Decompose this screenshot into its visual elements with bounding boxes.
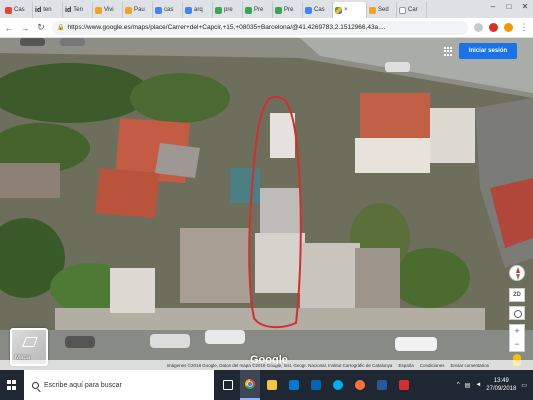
clock[interactable]: 13:49 27/09/2018 bbox=[486, 377, 516, 393]
reload-icon[interactable]: ↻ bbox=[36, 22, 46, 33]
map-attribution: Imágenes ©2018 Google, Datos del mapa ©2… bbox=[0, 360, 533, 370]
map-canvas[interactable]: Iniciar sesión 2D + − Mapa Google Imágen… bbox=[0, 38, 533, 370]
maps-favicon-icon bbox=[335, 6, 342, 14]
start-button[interactable] bbox=[0, 370, 24, 400]
browser-tab[interactable]: Pre bbox=[273, 2, 303, 18]
close-tab-icon[interactable]: × bbox=[344, 7, 348, 13]
maximize-icon[interactable]: □ bbox=[501, 0, 517, 14]
browser-tab[interactable]: Pau bbox=[123, 2, 153, 18]
browser-tab[interactable]: id Ten bbox=[63, 2, 93, 18]
volume-icon[interactable]: ◄ bbox=[475, 382, 481, 388]
browser-tab[interactable]: Sed bbox=[367, 2, 397, 18]
system-tray: ^ ▤ ◄ 13:49 27/09/2018 ▭ bbox=[457, 377, 533, 393]
search-placeholder: Escribe aquí para buscar bbox=[44, 381, 122, 389]
green-favicon-icon bbox=[215, 6, 222, 14]
sign-in-button[interactable]: Iniciar sesión bbox=[459, 43, 517, 59]
window-controls: – □ ✕ bbox=[485, 0, 533, 14]
outlook-icon[interactable] bbox=[306, 370, 326, 400]
clock-date: 27/09/2018 bbox=[486, 386, 517, 392]
profile-avatar-icon[interactable] bbox=[504, 23, 513, 32]
browser-tab[interactable]: pre bbox=[213, 2, 243, 18]
imagery-credit: Imágenes ©2018 Google, Datos del mapa ©2… bbox=[166, 362, 393, 368]
task-view-icon[interactable] bbox=[218, 370, 238, 400]
apps-grid-icon[interactable] bbox=[444, 47, 453, 56]
layers-icon bbox=[22, 337, 38, 347]
my-location-icon[interactable] bbox=[509, 306, 525, 320]
chrome-icon[interactable] bbox=[240, 370, 260, 400]
id-favicon-icon: id bbox=[35, 6, 42, 14]
star-icon[interactable] bbox=[474, 23, 483, 32]
orange-favicon-icon bbox=[95, 6, 102, 14]
tilt-2d-button[interactable]: 2D bbox=[509, 288, 525, 302]
browser-tab[interactable]: Vivi bbox=[93, 2, 123, 18]
taskbar-apps bbox=[218, 370, 414, 400]
notifications-icon[interactable]: ▭ bbox=[521, 382, 527, 389]
blue-favicon-icon bbox=[305, 6, 312, 14]
red-favicon-icon bbox=[5, 6, 12, 14]
windows-logo-icon bbox=[7, 380, 17, 390]
close-window-icon[interactable]: ✕ bbox=[517, 0, 533, 14]
browser-toolbar: ← → ↻ 🔒 https://www.google.es/maps/place… bbox=[0, 18, 533, 38]
menu-icon[interactable]: ⋮ bbox=[519, 22, 529, 33]
id-favicon-icon: id bbox=[65, 6, 72, 14]
browser-tab[interactable]: cas bbox=[153, 2, 183, 18]
address-bar[interactable]: 🔒 https://www.google.es/maps/place/Carre… bbox=[52, 20, 468, 35]
taskbar-search[interactable]: Escribe aquí para buscar bbox=[24, 370, 214, 400]
google-favicon-icon bbox=[185, 6, 192, 14]
network-icon[interactable]: ▤ bbox=[465, 382, 471, 389]
browser-tab[interactable]: Pre bbox=[243, 2, 273, 18]
chevron-up-icon[interactable]: ^ bbox=[457, 382, 460, 388]
file-explorer-icon[interactable] bbox=[262, 370, 282, 400]
windows-taskbar: Escribe aquí para buscar ^ ▤ ◄ 13:49 27/… bbox=[0, 370, 533, 400]
feedback-link[interactable]: Enviar comentarios bbox=[450, 363, 489, 368]
zoom-control[interactable]: + − bbox=[509, 324, 525, 352]
back-icon[interactable]: ← bbox=[4, 23, 14, 33]
mail-icon[interactable] bbox=[284, 370, 304, 400]
orange-favicon-icon bbox=[369, 6, 376, 14]
minimize-icon[interactable]: – bbox=[485, 0, 501, 14]
green-favicon-icon bbox=[245, 6, 252, 14]
tab-strip: Cas id ten id Ten Vivi Pau cas arq pre Pre… bbox=[0, 0, 533, 18]
browser-tab[interactable]: Cas bbox=[303, 2, 333, 18]
green-favicon-icon bbox=[275, 6, 282, 14]
browser-tab[interactable]: Car bbox=[397, 2, 427, 18]
terms-link[interactable]: Condiciones bbox=[420, 363, 445, 368]
google-favicon-icon bbox=[155, 6, 162, 14]
acrobat-icon[interactable] bbox=[394, 370, 414, 400]
skype-icon[interactable] bbox=[328, 370, 348, 400]
firefox-icon[interactable] bbox=[350, 370, 370, 400]
url-text: https://www.google.es/maps/place/Carrer+… bbox=[67, 24, 386, 31]
clock-time: 13:49 bbox=[493, 378, 509, 384]
lock-icon: 🔒 bbox=[57, 25, 65, 31]
browser-tab-active[interactable]: × bbox=[333, 2, 367, 18]
extension-icon[interactable] bbox=[489, 23, 498, 32]
compass-icon[interactable] bbox=[509, 265, 525, 281]
forward-icon[interactable]: → bbox=[20, 23, 30, 33]
browser-tab[interactable]: id ten bbox=[33, 2, 63, 18]
zoom-in-icon[interactable]: + bbox=[510, 325, 524, 338]
orange-favicon-icon bbox=[125, 6, 132, 14]
browser-tab[interactable]: arq bbox=[183, 2, 213, 18]
satellite-imagery bbox=[0, 38, 533, 370]
white-favicon-icon bbox=[399, 6, 406, 14]
zoom-out-icon[interactable]: − bbox=[510, 338, 524, 351]
browser-tab[interactable]: Cas bbox=[3, 2, 33, 18]
country-link[interactable]: España bbox=[398, 363, 413, 368]
search-icon bbox=[32, 381, 39, 389]
word-icon[interactable] bbox=[372, 370, 392, 400]
